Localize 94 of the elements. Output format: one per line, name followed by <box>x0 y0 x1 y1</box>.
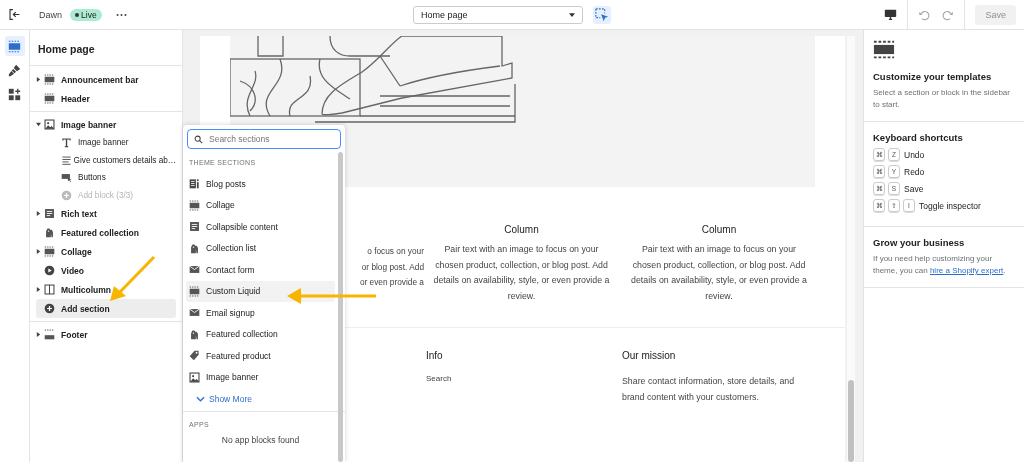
brush-icon[interactable] <box>8 63 21 77</box>
exit-icon[interactable] <box>8 8 21 21</box>
caret-icon[interactable] <box>36 122 41 127</box>
scrollbar[interactable] <box>847 36 855 462</box>
desktop-icon[interactable] <box>884 8 898 21</box>
section-icon <box>873 40 895 59</box>
tags-icon <box>189 242 200 254</box>
shortcut-label: Redo <box>904 166 925 177</box>
panel-heading: Grow your business <box>873 237 966 248</box>
caret-icon[interactable] <box>36 249 41 254</box>
section-icon <box>189 199 200 211</box>
tag-icon <box>189 350 200 362</box>
caret-icon <box>569 12 575 17</box>
arrow-annotation <box>110 255 156 301</box>
blog-icon <box>189 178 200 190</box>
column-text: o focus on your <box>367 246 424 256</box>
theme-name: Dawn <box>39 9 62 20</box>
chevron-icon <box>196 396 205 402</box>
image-icon <box>44 119 55 130</box>
search-field[interactable]: Search sections <box>187 129 341 149</box>
sidebar-item[interactable]: Multicolumn <box>36 280 176 299</box>
column-heading: Column <box>503 224 540 235</box>
panel-text: Select a section or block in the sidebar to start. <box>873 87 1011 111</box>
columns-icon <box>44 284 55 295</box>
button-icon <box>61 172 72 184</box>
shortcut-label: Undo <box>904 149 925 160</box>
sidebar-item[interactable]: Video <box>36 261 176 280</box>
footer-link[interactable]: Search <box>426 374 622 383</box>
envelope-icon <box>189 264 200 276</box>
sidebar-block[interactable]: Give customers details ab… <box>36 151 176 169</box>
template-select[interactable]: Home page <box>413 5 583 24</box>
image-icon <box>189 371 200 383</box>
section-option[interactable]: Image banner <box>186 366 335 388</box>
section-option[interactable]: Featured product <box>186 345 335 367</box>
section-icon <box>44 74 55 85</box>
tags-icon <box>189 328 200 340</box>
section-option[interactable]: Collection list <box>186 237 335 259</box>
footer-section-icon <box>44 329 55 340</box>
envelope-icon <box>189 307 200 319</box>
plus-circle-icon <box>61 189 72 201</box>
shortcut-label: Toggle inspector <box>919 200 981 211</box>
section-option[interactable]: Custom Liquid <box>186 280 335 302</box>
search-icon <box>194 135 203 144</box>
sidebar-block[interactable]: Buttons <box>36 169 176 187</box>
more-icon[interactable] <box>115 12 127 17</box>
sidebar-title: Home page <box>30 30 182 66</box>
tags-icon <box>44 227 55 238</box>
caret-icon[interactable] <box>36 287 41 292</box>
column-text: or blog post. Add <box>361 261 424 272</box>
section-icon <box>44 93 55 104</box>
panel-heading: Keyboard shortcuts <box>873 132 964 143</box>
document-icon <box>189 221 200 233</box>
sidebar-item[interactable]: Image banner <box>36 115 176 134</box>
footer-heading: Info <box>426 350 444 361</box>
section-icon <box>44 246 55 257</box>
plus-circle-icon <box>44 303 55 314</box>
caret-icon[interactable] <box>36 77 41 82</box>
caret-icon[interactable] <box>36 211 41 216</box>
status-badge: Live <box>70 8 102 21</box>
sidebar-block[interactable]: Image banner <box>36 134 176 152</box>
footer-text: Share contact information, store details, and brand content with your customers. <box>622 375 796 404</box>
text-icon <box>61 137 72 149</box>
sidebar-item[interactable]: Add section <box>36 299 176 318</box>
shortcut-label: Save <box>904 183 924 194</box>
show-more-link[interactable]: Show More <box>186 388 335 410</box>
sections-icon[interactable] <box>8 39 21 53</box>
panel-heading: Customize your templates <box>873 71 993 82</box>
sidebar-item[interactable]: Featured collection <box>36 223 176 242</box>
column-text: Pair text with an image to focus on your chosen product, collection, or blog post. Add details on availability, style, or even provide a review. <box>630 243 808 303</box>
lines-icon <box>61 154 72 166</box>
section-option[interactable]: Blog posts <box>186 173 335 195</box>
column-text: or even provide a <box>359 277 424 287</box>
sidebar-item[interactable]: Rich text <box>36 204 176 223</box>
footer-heading: Our mission <box>622 350 677 361</box>
column-text: Pair text with an image to focus on your chosen product, collection, or blog post. Add details on availability, style, or even provide a review. <box>432 243 611 303</box>
section-option[interactable]: Collapsible content <box>186 216 335 238</box>
help-text: If you need help customizing your theme, you can hire a Shopify expert. <box>873 253 1007 277</box>
inspector-toggle[interactable] <box>593 5 611 24</box>
section-option[interactable]: Email signup <box>186 302 335 324</box>
document-icon <box>44 208 55 219</box>
caret-icon[interactable] <box>36 332 41 337</box>
play-icon <box>44 265 55 276</box>
column-heading: Column <box>700 224 738 235</box>
empty-message: No app blocks found <box>220 435 301 445</box>
section-icon <box>189 285 200 297</box>
section-option[interactable]: Featured collection <box>186 323 335 345</box>
sidebar-item[interactable]: Collage <box>36 242 176 261</box>
scrollbar[interactable] <box>338 152 343 462</box>
section-option[interactable]: Contact form <box>186 259 335 281</box>
sidebar-item[interactable]: Header <box>36 89 176 108</box>
sidebar-item[interactable]: Announcement bar <box>36 70 176 89</box>
section-option[interactable]: Collage <box>186 194 335 216</box>
apps-icon[interactable] <box>8 87 21 101</box>
sidebar-item[interactable]: Footer <box>36 325 176 344</box>
